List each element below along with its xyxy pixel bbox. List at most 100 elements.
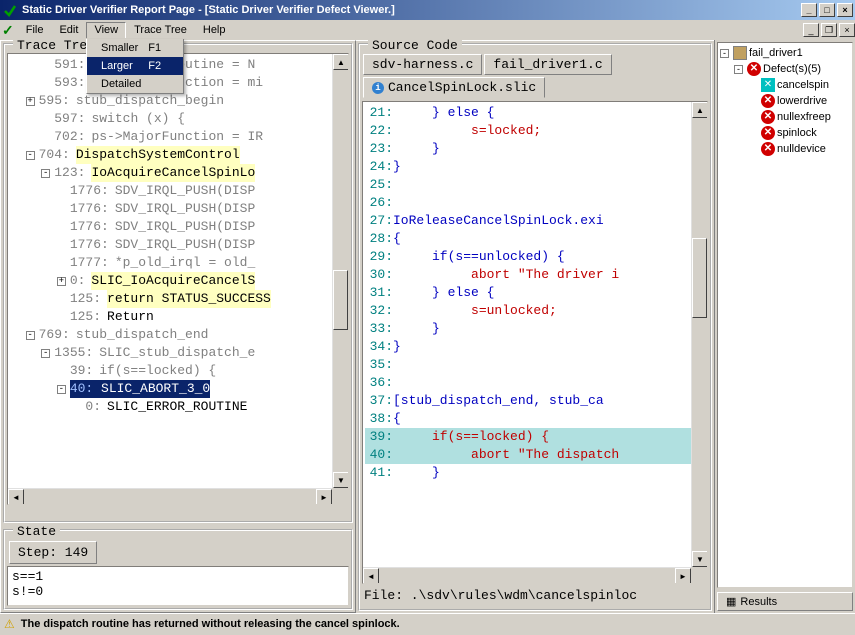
tree-node[interactable]: -✕Defect(s)(5) [720,61,850,77]
tree-node[interactable]: -fail_driver1 [720,45,850,61]
trace-line[interactable]: 702:ps->MajorFunction = IR [10,128,346,146]
trace-line[interactable]: 597:switch (x) { [10,110,346,128]
trace-line[interactable]: -1355:SLIC_stub_dispatch_e [10,344,346,362]
source-line[interactable]: 32: s=unlocked; [365,302,705,320]
source-line[interactable]: 23: } [365,140,705,158]
menu-edit[interactable]: Edit [51,22,86,38]
view-menu-item[interactable]: Detailed [87,75,183,93]
source-line[interactable]: 28:{ [365,230,705,248]
trace-line[interactable]: -769:stub_dispatch_end [10,326,346,344]
source-line[interactable]: 24:} [365,158,705,176]
tree-node[interactable]: ✕cancelspin [720,77,850,93]
source-line[interactable]: 39: if(s==locked) { [365,428,705,446]
tree-node[interactable]: ✕nulldevice [720,141,850,157]
tree-node[interactable]: ✕spinlock [720,125,850,141]
tree-toggle-icon[interactable]: - [41,349,50,358]
menu-view[interactable]: View [86,22,126,38]
source-vscrollbar[interactable]: ▲ ▼ [691,102,707,567]
source-tab[interactable]: fail_driver1.c [484,54,611,75]
results-tab[interactable]: ▦ Results [717,592,853,611]
source-line[interactable]: 37:[stub_dispatch_end, stub_ca [365,392,705,410]
state-text: s==1 s!=0 [7,566,349,606]
trace-hscrollbar[interactable]: ◄ ► [8,488,332,504]
trace-line[interactable]: 39:if(s==locked) { [10,362,346,380]
tree-toggle-icon[interactable]: + [57,277,66,286]
trace-line[interactable]: -123:IoAcquireCancelSpinLo [10,164,346,182]
tree-toggle-icon[interactable]: - [26,151,35,160]
error-icon: ✕ [761,110,775,124]
content-area: Trace Tree 591:ps->CancelRoutine = N 593… [0,40,855,613]
mdi-restore-button[interactable]: ❐ [821,23,837,37]
source-tab[interactable]: iCancelSpinLock.slic [363,77,545,98]
trace-tree-view[interactable]: 591:ps->CancelRoutine = N 593:ps->MinorF… [7,53,349,505]
tree-toggle-icon[interactable]: - [41,169,50,178]
source-line[interactable]: 34:} [365,338,705,356]
trace-line[interactable]: +0:SLIC_IoAcquireCancelS [10,272,346,290]
source-line[interactable]: 31: } else { [365,284,705,302]
trace-line[interactable]: 1776:SDV_IRQL_PUSH(DISP [10,182,346,200]
tree-toggle-icon[interactable]: - [57,385,66,394]
trace-line[interactable]: -704:DispatchSystemControl [10,146,346,164]
source-line[interactable]: 27:IoReleaseCancelSpinLock.exi [365,212,705,230]
scroll-thumb[interactable] [692,238,707,318]
source-line[interactable]: 22: s=locked; [365,122,705,140]
scroll-right-icon[interactable]: ► [675,568,691,584]
source-line[interactable]: 33: } [365,320,705,338]
trace-line[interactable]: 125:Return [10,308,346,326]
state-line: s!=0 [12,584,344,599]
source-line[interactable]: 41: } [365,464,705,482]
source-panel: Source Code sdv-harness.cfail_driver1.ci… [358,43,712,611]
source-tab[interactable]: sdv-harness.c [363,54,482,75]
trace-panel: Trace Tree 591:ps->CancelRoutine = N 593… [3,43,353,523]
menu-tracetree[interactable]: Trace Tree [126,22,195,38]
trace-line[interactable]: 1777:*p_old_irql = old_ [10,254,346,272]
error-icon: ✕ [761,142,775,156]
trace-line[interactable]: 0:SLIC_ERROR_ROUTINE [10,398,346,416]
results-icon: ▦ [726,595,736,608]
defect-tree[interactable]: -fail_driver1-✕Defect(s)(5)✕cancelspin✕l… [717,42,853,588]
tree-toggle-icon[interactable]: - [26,331,35,340]
step-button[interactable]: Step: 149 [9,541,97,564]
scroll-left-icon[interactable]: ◄ [363,568,379,584]
maximize-button[interactable]: □ [819,3,835,17]
source-line[interactable]: 29: if(s==unlocked) { [365,248,705,266]
menu-help[interactable]: Help [195,22,234,38]
close-button[interactable]: × [837,3,853,17]
scroll-thumb[interactable] [333,270,348,330]
source-line[interactable]: 30: abort "The driver i [365,266,705,284]
view-menu-item[interactable]: LargerF2 [87,57,183,75]
source-line[interactable]: 38:{ [365,410,705,428]
tree-toggle-icon[interactable]: - [734,65,743,74]
scroll-up-icon[interactable]: ▲ [692,102,708,118]
source-view[interactable]: 21: } else {22: s=locked;23: }24:}25:26:… [362,101,708,584]
mdi-close-button[interactable]: × [839,23,855,37]
trace-line[interactable]: +595:stub_dispatch_begin [10,92,346,110]
scroll-right-icon[interactable]: ► [316,489,332,505]
menu-file[interactable]: File [18,22,52,38]
trace-vscrollbar[interactable]: ▲ ▼ [332,54,348,488]
tree-node[interactable]: ✕nullexfreep [720,109,850,125]
scroll-down-icon[interactable]: ▼ [333,472,349,488]
trace-line[interactable]: 1776:SDV_IRQL_PUSH(DISP [10,236,346,254]
source-line[interactable]: 36: [365,374,705,392]
scroll-left-icon[interactable]: ◄ [8,489,24,505]
scroll-down-icon[interactable]: ▼ [692,551,708,567]
trace-line[interactable]: 125:return STATUS_SUCCESS [10,290,346,308]
scroll-up-icon[interactable]: ▲ [333,54,349,70]
mdi-minimize-button[interactable]: _ [803,23,819,37]
source-line[interactable]: 26: [365,194,705,212]
tree-node[interactable]: ✕lowerdrive [720,93,850,109]
source-line[interactable]: 40: abort "The dispatch [365,446,705,464]
window-title: Static Driver Verifier Report Page - [St… [22,4,801,16]
source-hscrollbar[interactable]: ◄ ► [363,567,691,583]
trace-line[interactable]: -40: SLIC_ABORT_3_0 [10,380,346,398]
source-line[interactable]: 21: } else { [365,104,705,122]
view-menu-item[interactable]: SmallerF1 [87,39,183,57]
trace-line[interactable]: 1776:SDV_IRQL_PUSH(DISP [10,218,346,236]
minimize-button[interactable]: _ [801,3,817,17]
tree-toggle-icon[interactable]: + [26,97,35,106]
source-line[interactable]: 25: [365,176,705,194]
trace-line[interactable]: 1776:SDV_IRQL_PUSH(DISP [10,200,346,218]
tree-toggle-icon[interactable]: - [720,49,729,58]
source-line[interactable]: 35: [365,356,705,374]
